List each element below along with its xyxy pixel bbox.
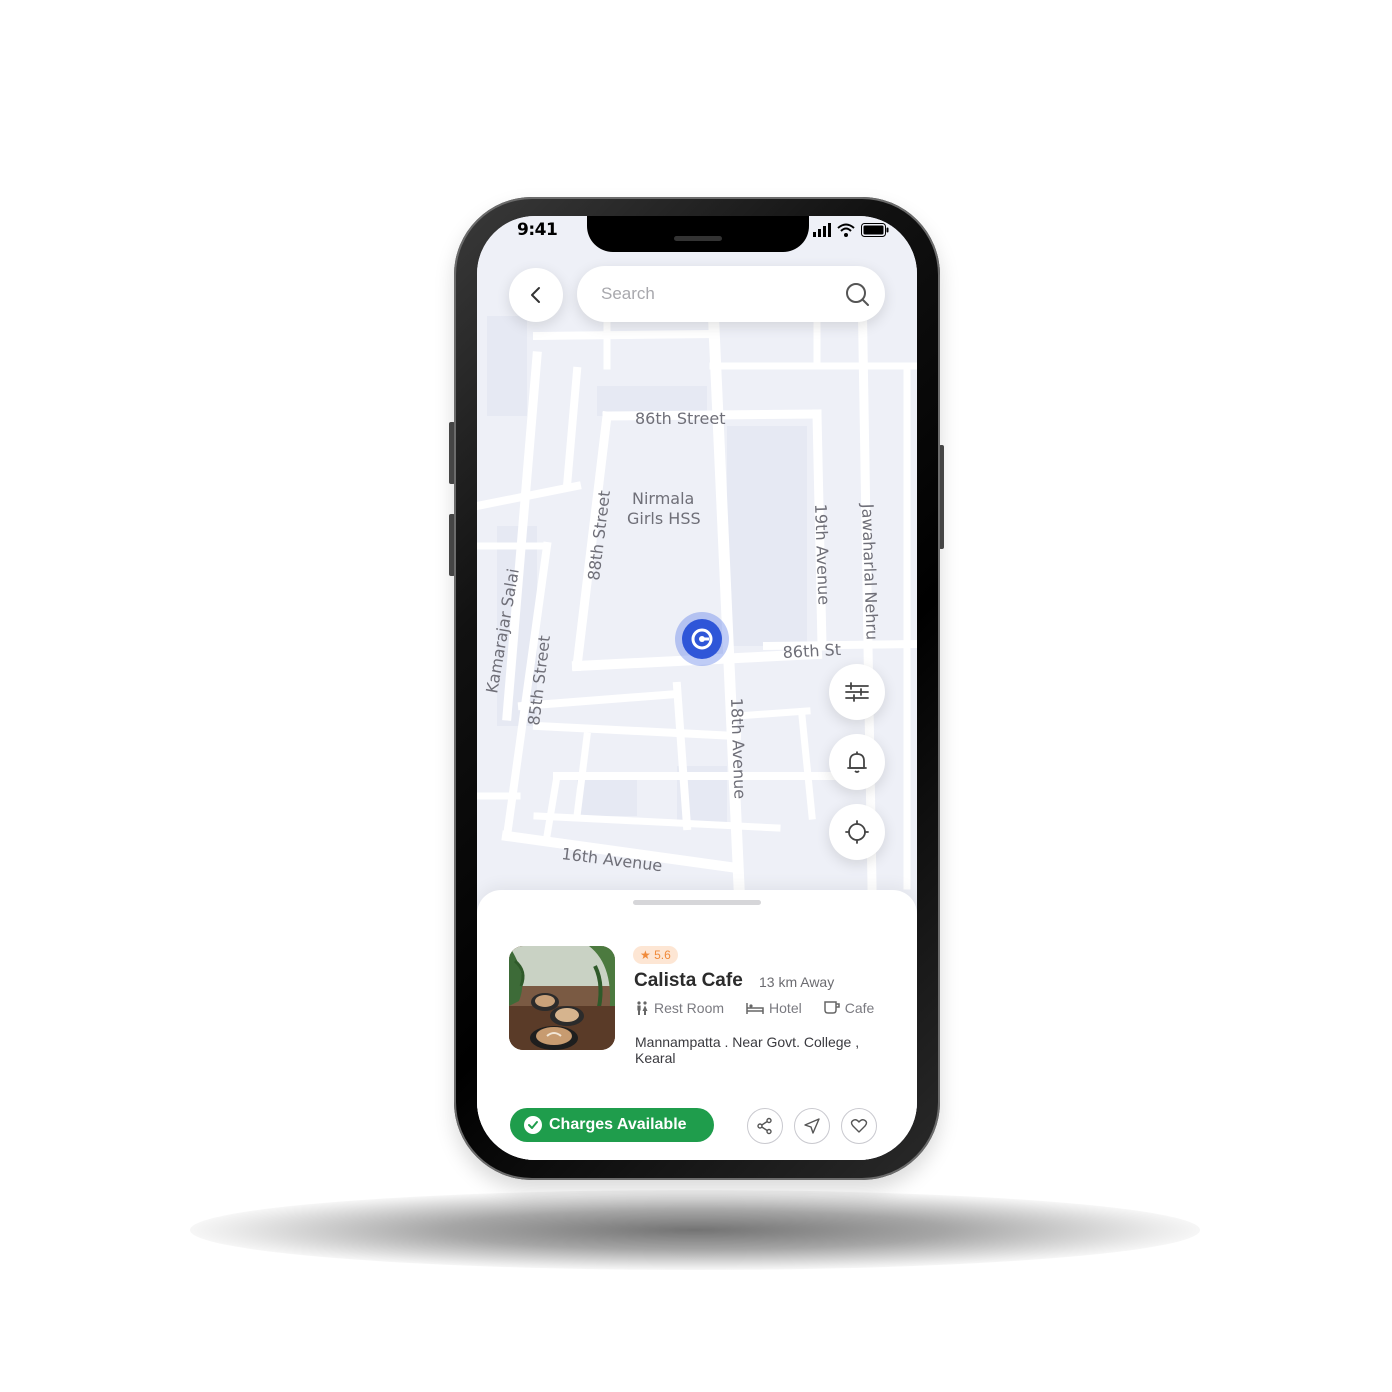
search-bar[interactable] xyxy=(577,266,885,322)
place-distance: 13 km Away xyxy=(759,974,835,990)
amenity-restroom: Rest Room xyxy=(635,1000,724,1016)
rating-badge: ★ 5.6 xyxy=(633,946,678,964)
hotel-icon xyxy=(746,1003,764,1014)
navigate-button[interactable] xyxy=(794,1108,830,1144)
amenity-cafe-label: Cafe xyxy=(844,1000,875,1016)
amenity-cafe: Cafe xyxy=(823,1000,875,1016)
bell-icon xyxy=(847,751,867,773)
signal-icon xyxy=(813,223,831,237)
location-pin-icon[interactable] xyxy=(675,612,729,666)
check-icon xyxy=(524,1116,542,1134)
heart-icon xyxy=(850,1119,868,1133)
favorite-button[interactable] xyxy=(841,1108,877,1144)
cafe-icon xyxy=(823,1001,840,1014)
charges-available-badge[interactable]: Charges Available xyxy=(510,1108,714,1142)
street-label-school-line1: Nirmala xyxy=(632,489,694,508)
back-arrow-icon xyxy=(531,287,540,303)
navigate-icon xyxy=(804,1118,820,1134)
status-icons xyxy=(813,222,889,238)
street-label-18th-avenue: 18th Avenue xyxy=(727,697,750,799)
street-label-19th-avenue: 19th Avenue xyxy=(811,503,834,605)
amenity-list: Rest Room Hotel Cafe xyxy=(635,1000,874,1016)
amenity-restroom-label: Rest Room xyxy=(654,1000,725,1016)
search-input[interactable] xyxy=(601,280,821,308)
search-icon[interactable] xyxy=(843,280,871,308)
wifi-icon xyxy=(837,223,855,237)
notifications-button[interactable] xyxy=(829,734,885,790)
share-button[interactable] xyxy=(747,1108,783,1144)
sheet-handle[interactable] xyxy=(633,900,761,905)
place-bottom-sheet[interactable]: ★ 5.6 Calista Cafe 13 km Away Rest Room xyxy=(477,890,917,1160)
my-location-button[interactable] xyxy=(829,804,885,860)
filter-button[interactable] xyxy=(829,664,885,720)
status-time: 9:41 xyxy=(517,220,558,240)
stage: 86th Street Nirmala Girls HSS 88th Stree… xyxy=(0,0,1392,1392)
place-thumbnail-image xyxy=(509,946,615,1050)
street-label-86th-st: 86th St xyxy=(782,640,841,662)
street-label-school-line2: Girls HSS xyxy=(627,509,701,528)
phone-floor-shadow xyxy=(190,1190,1200,1270)
charges-available-label: Charges Available xyxy=(549,1116,687,1133)
locate-icon xyxy=(845,820,869,844)
street-label-86th-street: 86th Street xyxy=(635,409,725,428)
place-address: Mannampatta . Near Govt. College , Keara… xyxy=(635,1034,860,1066)
amenity-hotel-label: Hotel xyxy=(769,1000,802,1016)
share-icon xyxy=(757,1117,772,1135)
notch xyxy=(587,216,809,252)
amenity-hotel: Hotel xyxy=(746,1000,802,1016)
restroom-icon xyxy=(637,1001,648,1015)
phone-screen: 86th Street Nirmala Girls HSS 88th Stree… xyxy=(477,216,917,1160)
battery-icon xyxy=(861,223,889,237)
back-button[interactable] xyxy=(509,268,563,322)
place-title: Calista Cafe xyxy=(634,970,743,991)
filter-icon xyxy=(845,682,869,702)
